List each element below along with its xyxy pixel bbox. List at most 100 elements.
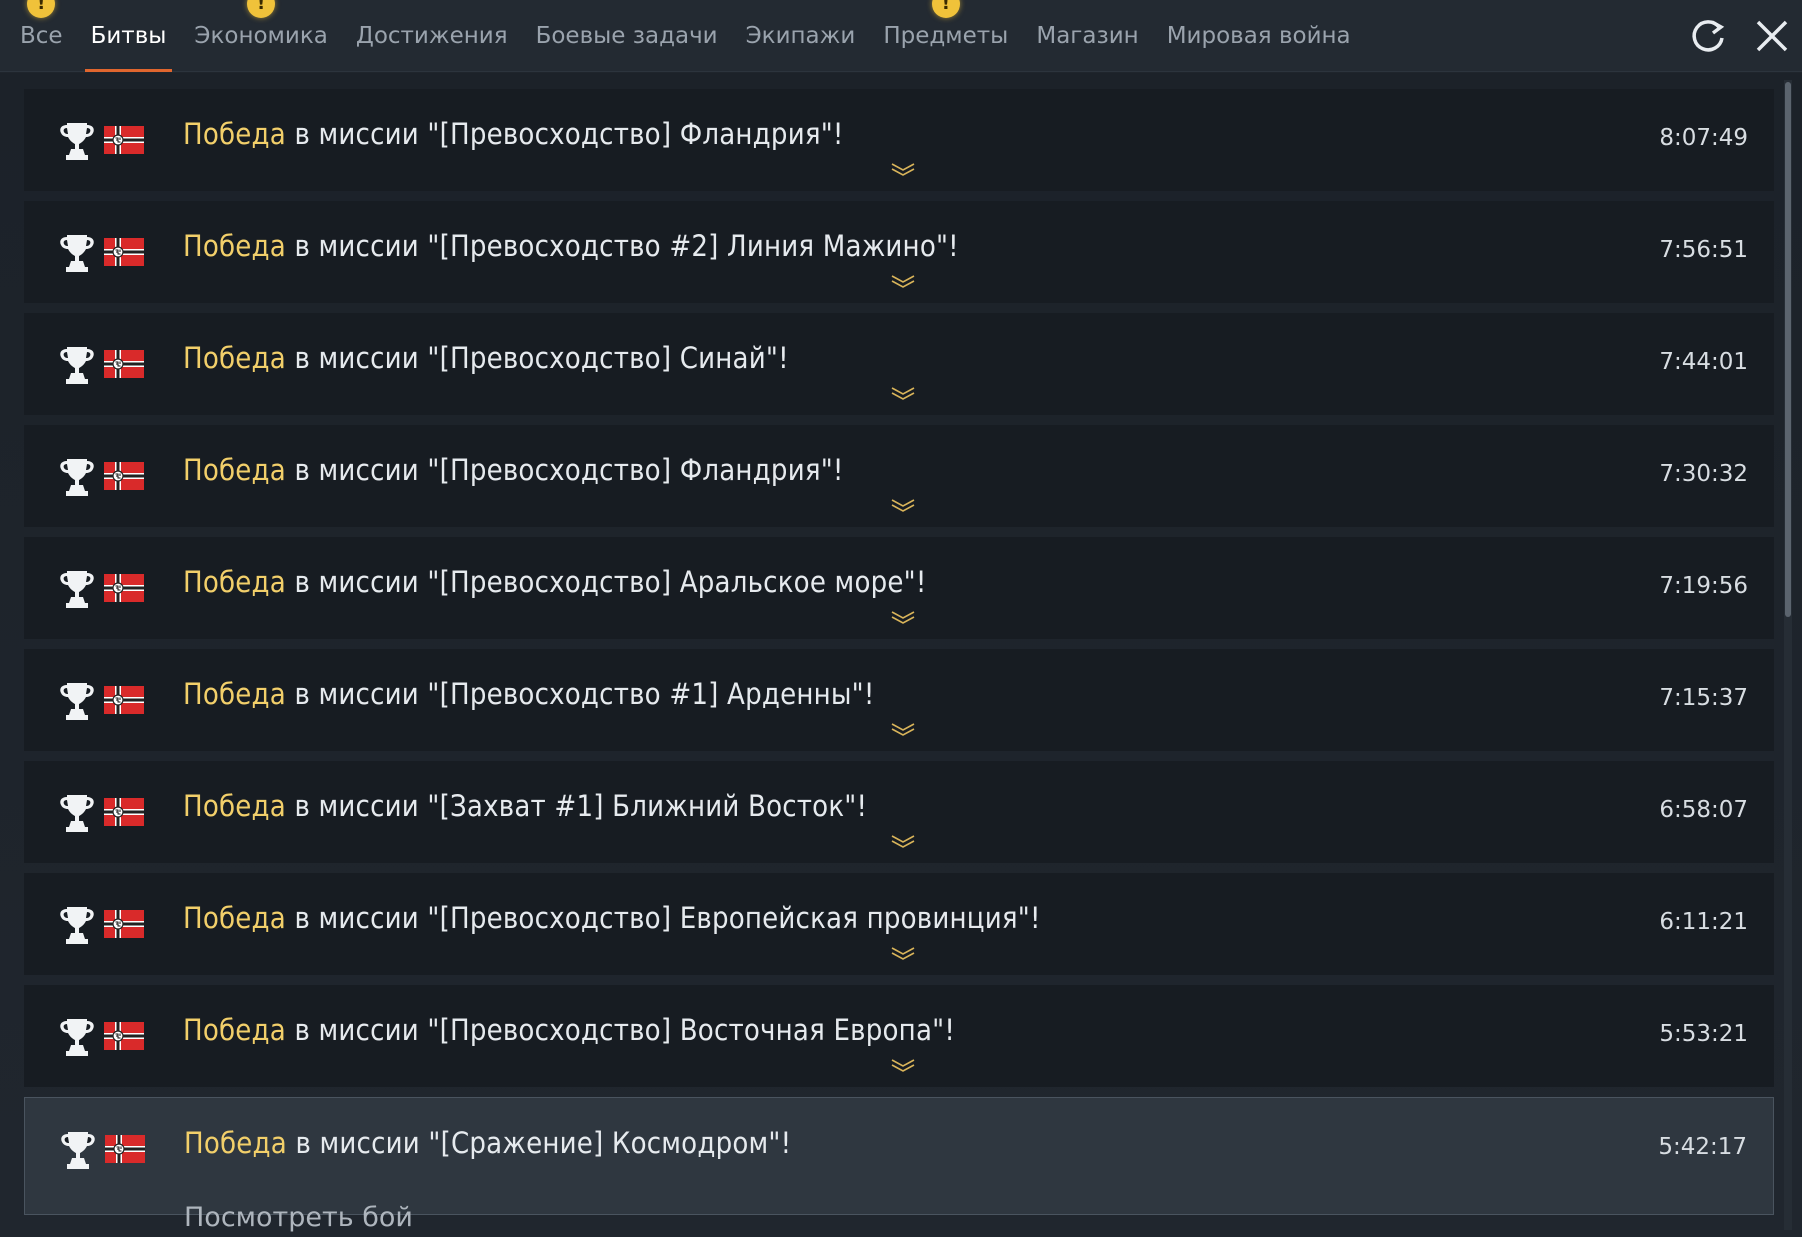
battle-entry[interactable]: Победа в миссии "[Превосходство #2] Лини… <box>24 201 1774 303</box>
trophy-icon <box>56 679 98 723</box>
mission-text: в миссии "[Сражение] Космодром"! <box>286 1126 792 1160</box>
view-battle-button[interactable]: Посмотреть бой <box>184 1202 413 1233</box>
entry-message: Победа в миссии "[Сражение] Космодром"! <box>184 1126 791 1160</box>
country-flag-icon <box>104 910 144 938</box>
refresh-icon <box>1692 20 1725 52</box>
entry-message: Победа в миссии "[Превосходство] Восточн… <box>183 1013 955 1047</box>
mission-text: в миссии "[Превосходство] Синай"! <box>285 341 789 375</box>
trophy-icon <box>56 455 98 499</box>
expand-chevron-icon[interactable] <box>890 273 916 288</box>
tab-label: Магазин <box>1036 23 1139 49</box>
victory-label: Победа <box>183 1013 286 1047</box>
entry-message: Победа в миссии "[Захват #1] Ближний Вос… <box>183 789 867 823</box>
mission-text: в миссии "[Превосходство] Аральское море… <box>285 565 927 599</box>
close-button[interactable] <box>1750 14 1794 58</box>
tab-3[interactable]: Достижения <box>342 0 522 72</box>
expand-chevron-icon[interactable] <box>890 497 916 512</box>
trophy-icon <box>56 567 98 611</box>
entry-message: Победа в миссии "[Превосходство #2] Лини… <box>183 229 959 263</box>
battle-feed[interactable]: Победа в миссии "[Превосходство] Фландри… <box>0 73 1802 1237</box>
victory-label: Победа <box>183 453 286 487</box>
trophy-icon <box>57 1128 99 1172</box>
country-flag-icon <box>104 574 144 602</box>
trophy-icon <box>56 343 98 387</box>
victory-label: Победа <box>183 565 286 599</box>
country-flag-icon <box>104 126 144 154</box>
mission-text: в миссии "[Превосходство] Европейская пр… <box>285 901 1041 935</box>
refresh-button[interactable] <box>1686 14 1730 58</box>
mission-text: в миссии "[Захват #1] Ближний Восток"! <box>285 789 868 823</box>
battle-entry[interactable]: Победа в миссии "[Превосходство] Аральск… <box>24 537 1774 639</box>
country-flag-icon <box>104 350 144 378</box>
battle-entry[interactable]: Победа в миссии "[Превосходство] Фландри… <box>24 425 1774 527</box>
mission-text: в миссии "[Превосходство] Фландрия"! <box>285 453 844 487</box>
tab-2[interactable]: Экономика! <box>180 0 341 72</box>
tab-1[interactable]: Битвы <box>77 0 181 72</box>
battle-entry[interactable]: Победа в миссии "[Превосходство] Восточн… <box>24 985 1774 1087</box>
alert-icon: ! <box>931 0 960 18</box>
victory-label: Победа <box>183 117 286 151</box>
mission-text: в миссии "[Превосходство] Восточная Евро… <box>285 1013 955 1047</box>
tab-label: Предметы <box>883 23 1009 49</box>
trophy-icon <box>56 119 98 163</box>
battle-entry[interactable]: Победа в миссии "[Сражение] Космодром"! 5… <box>24 1097 1774 1233</box>
entry-time: 7:56:51 <box>1659 237 1748 263</box>
victory-label: Победа <box>183 789 286 823</box>
tab-label: Достижения <box>355 23 508 49</box>
mission-text: в миссии "[Превосходство] Фландрия"! <box>285 117 844 151</box>
entry-message: Победа в миссии "[Превосходство] Синай"! <box>183 341 789 375</box>
tab-label: Битвы <box>90 23 167 49</box>
expand-chevron-icon[interactable] <box>890 945 916 960</box>
notifications-window: Все! Битвы Экономика! Достижения Боевые зада… <box>0 0 1802 1237</box>
trophy-icon <box>56 231 98 275</box>
tab-6[interactable]: Предметы! <box>869 0 1022 72</box>
victory-label: Победа <box>184 1126 287 1160</box>
battle-entry[interactable]: Победа в миссии "[Превосходство] Фландри… <box>24 89 1774 191</box>
alert-icon: ! <box>247 0 276 18</box>
expand-chevron-icon[interactable] <box>890 385 916 400</box>
expand-chevron-icon[interactable] <box>890 833 916 848</box>
tab-8[interactable]: Мировая война <box>1153 0 1365 72</box>
entry-message: Победа в миссии "[Превосходство #1] Арде… <box>183 677 875 711</box>
entry-message: Победа в миссии "[Превосходство] Фландри… <box>183 117 844 151</box>
expand-chevron-icon[interactable] <box>890 161 916 176</box>
tab-list: Все! Битвы Экономика! Достижения Боевые зада… <box>6 0 1365 72</box>
scrollbar-thumb[interactable] <box>1785 82 1791 617</box>
victory-label: Победа <box>183 901 286 935</box>
entry-time: 6:58:07 <box>1659 797 1748 823</box>
alert-icon: ! <box>27 0 56 18</box>
tab-label: Экономика <box>194 23 328 49</box>
tab-4[interactable]: Боевые задачи <box>522 0 732 72</box>
trophy-icon <box>56 903 98 947</box>
battle-entry[interactable]: Победа в миссии "[Превосходство] Европей… <box>24 873 1774 975</box>
tab-label: Боевые задачи <box>535 23 718 49</box>
expand-chevron-icon[interactable] <box>890 609 916 624</box>
close-icon <box>1756 20 1788 52</box>
battle-entry[interactable]: Победа в миссии "[Превосходство] Синай"!… <box>24 313 1774 415</box>
tab-0[interactable]: Все! <box>6 0 77 72</box>
country-flag-icon <box>104 462 144 490</box>
tab-label: Все <box>20 23 63 49</box>
tab-label: Экипажи <box>745 23 856 49</box>
mission-text: в миссии "[Превосходство #1] Арденны"! <box>285 677 875 711</box>
victory-label: Победа <box>183 229 286 263</box>
entry-time: 7:15:37 <box>1659 685 1748 711</box>
battle-entry[interactable]: Победа в миссии "[Захват #1] Ближний Вос… <box>24 761 1774 863</box>
country-flag-icon <box>104 686 144 714</box>
battle-entry[interactable]: Победа в миссии "[Превосходство #1] Арде… <box>24 649 1774 751</box>
mission-text: в миссии "[Превосходство #2] Линия Мажин… <box>285 229 959 263</box>
victory-label: Победа <box>183 341 286 375</box>
expand-chevron-icon[interactable] <box>890 721 916 736</box>
entry-time: 7:44:01 <box>1659 349 1748 375</box>
tab-label: Мировая война <box>1166 23 1351 49</box>
entry-time: 7:19:56 <box>1659 573 1748 599</box>
tab-bar: Все! Битвы Экономика! Достижения Боевые зада… <box>0 0 1802 72</box>
tab-5[interactable]: Экипажи <box>732 0 870 72</box>
country-flag-icon <box>104 1022 144 1050</box>
entry-message: Победа в миссии "[Превосходство] Аральск… <box>183 565 926 599</box>
tab-7[interactable]: Магазин <box>1022 0 1152 72</box>
expand-chevron-icon[interactable] <box>890 1057 916 1072</box>
country-flag-icon <box>105 1135 145 1163</box>
country-flag-icon <box>104 238 144 266</box>
entry-time: 8:07:49 <box>1659 125 1748 151</box>
